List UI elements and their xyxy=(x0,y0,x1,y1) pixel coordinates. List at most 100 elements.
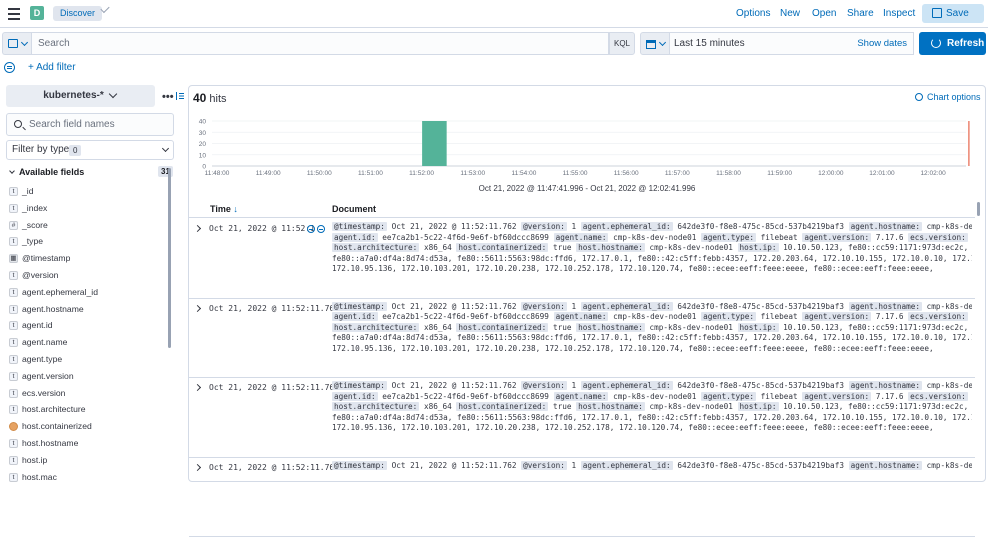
histogram-bar[interactable] xyxy=(422,121,447,166)
field-item[interactable]: t_index xyxy=(9,200,167,217)
field-item[interactable]: tagent.ephemeral_id xyxy=(9,284,167,301)
field-list: t_idt_index#_scoret_type▦@timestampt@ver… xyxy=(9,183,167,485)
show-dates-link[interactable]: Show dates xyxy=(857,33,907,54)
field-item[interactable]: tagent.version xyxy=(9,368,167,385)
field-key: agent.ephemeral_id: xyxy=(581,222,673,231)
field-value: x86_64 xyxy=(424,402,452,411)
field-key: host.ip: xyxy=(738,402,779,411)
field-name: ecs.version xyxy=(22,388,65,398)
field-key: agent.version: xyxy=(802,312,871,321)
field-item[interactable]: thost.mac xyxy=(9,469,167,486)
field-item[interactable]: thost.hostname xyxy=(9,435,167,452)
field-item[interactable]: tecs.version xyxy=(9,385,167,402)
document-line: 172.10.95.136, 172.10.103.201, 172.10.20… xyxy=(332,423,972,434)
breadcrumb-discover[interactable]: Discover xyxy=(53,6,102,21)
field-name: agent.name xyxy=(22,337,67,347)
menu-icon[interactable] xyxy=(6,5,22,21)
document-line: @timestamp: Oct 21, 2022 @ 11:52:11.762 … xyxy=(332,302,972,313)
field-item[interactable]: t_type xyxy=(9,233,167,250)
new-link[interactable]: New xyxy=(780,8,800,19)
string-type-icon: t xyxy=(9,204,18,213)
filter-out-value-icon[interactable] xyxy=(317,225,325,233)
share-link[interactable]: Share xyxy=(847,8,874,19)
expand-row-icon[interactable] xyxy=(194,225,201,232)
time-range-display[interactable]: Last 15 minutes Show dates xyxy=(670,32,914,55)
x-tick-label: 11:56:00 xyxy=(614,170,639,177)
field-item[interactable]: tagent.id xyxy=(9,317,167,334)
field-item[interactable]: #_score xyxy=(9,217,167,234)
field-name: _score xyxy=(22,220,48,230)
field-key: agent.version: xyxy=(802,392,871,401)
field-item[interactable]: t@version xyxy=(9,267,167,284)
string-type-icon: t xyxy=(9,473,18,482)
filter-for-value-icon[interactable] xyxy=(307,225,315,233)
field-search-input[interactable]: Search field names xyxy=(6,113,174,136)
column-header-document: Document xyxy=(332,204,376,214)
index-pattern-selector[interactable]: kubernetes-* xyxy=(6,85,155,107)
field-item[interactable]: tagent.hostname xyxy=(9,301,167,318)
document-line: host.architecture: x86_64 host.container… xyxy=(332,323,972,334)
field-value: 7.17.6 xyxy=(876,312,904,321)
filter-options-icon[interactable] xyxy=(4,62,15,73)
space-avatar[interactable]: D xyxy=(30,6,44,20)
sort-down-icon[interactable]: ↓ xyxy=(233,204,238,214)
field-name: _id xyxy=(22,186,33,196)
field-value: 10.10.50.123, fe80::cc59:1171:973d:ec2c, xyxy=(783,402,968,411)
hits-label: hits xyxy=(209,93,226,105)
expand-row-icon[interactable] xyxy=(194,304,201,311)
chevron-down-icon xyxy=(162,145,169,152)
available-fields-header[interactable]: Available fields 31 xyxy=(9,167,165,181)
field-value: x86_64 xyxy=(424,243,452,252)
field-item[interactable]: thost.architecture xyxy=(9,401,167,418)
table-scrollbar[interactable] xyxy=(977,202,980,216)
kql-language-button[interactable]: KQL xyxy=(609,32,635,55)
field-value: 7.17.6 xyxy=(876,392,904,401)
field-name: agent.type xyxy=(22,354,62,364)
column-header-time[interactable]: Time ↓ xyxy=(210,204,238,214)
field-name: agent.version xyxy=(22,371,74,381)
x-tick-label: 11:58:00 xyxy=(716,170,741,177)
y-tick-label: 40 xyxy=(199,119,207,126)
x-tick-label: 11:54:00 xyxy=(511,170,536,177)
document-line: fe80::a7a0:df4a:8d74:d53a, fe80::5611:55… xyxy=(332,254,972,265)
saved-query-menu-button[interactable] xyxy=(2,32,31,55)
collapse-sidebar-icon[interactable] xyxy=(176,92,185,100)
field-item[interactable]: tagent.name xyxy=(9,334,167,351)
document-line: host.architecture: x86_64 host.container… xyxy=(332,402,972,413)
inspect-link[interactable]: Inspect xyxy=(883,8,915,19)
chart-options-button[interactable]: Chart options xyxy=(915,92,981,102)
field-value: cmp-k8s-dev-node01 xyxy=(650,243,733,252)
search-input[interactable]: Search xyxy=(31,32,609,55)
field-key: host.architecture: xyxy=(332,323,419,332)
add-filter-button[interactable]: + Add filter xyxy=(28,62,76,73)
document-line: @timestamp: Oct 21, 2022 @ 11:52:11.762 … xyxy=(332,461,972,472)
y-tick-label: 20 xyxy=(199,141,207,148)
open-link[interactable]: Open xyxy=(812,8,836,19)
expand-row-icon[interactable] xyxy=(194,463,201,470)
table-row: Oct 21, 2022 @ 11:52:11.762@timestamp: O… xyxy=(189,299,975,379)
x-tick-label: 11:55:00 xyxy=(563,170,588,177)
string-type-icon: t xyxy=(9,288,18,297)
field-key: agent.hostname: xyxy=(849,381,922,390)
row-document: @timestamp: Oct 21, 2022 @ 11:52:11.762 … xyxy=(332,222,972,275)
row-document: @timestamp: Oct 21, 2022 @ 11:52:11.762 … xyxy=(332,302,972,355)
refresh-button[interactable]: Refresh xyxy=(919,32,986,55)
filter-by-type-button[interactable]: Filter by type 0 xyxy=(6,140,174,160)
field-item[interactable]: t_id xyxy=(9,183,167,200)
field-item[interactable]: ▦@timestamp xyxy=(9,250,167,267)
chevron-down-icon xyxy=(9,168,15,174)
field-value: 642de3f0-f8e8-475c-85cd-537b4219baf3 xyxy=(677,461,844,470)
save-button[interactable]: Save xyxy=(922,4,984,23)
field-item[interactable]: thost.ip xyxy=(9,452,167,469)
expand-row-icon[interactable] xyxy=(194,384,201,391)
quick-date-menu-button[interactable] xyxy=(640,32,670,55)
field-item[interactable]: tagent.type xyxy=(9,351,167,368)
string-type-icon: t xyxy=(9,271,18,280)
field-value: 7.17.6 xyxy=(876,233,904,242)
sidebar-scrollbar[interactable] xyxy=(168,168,171,348)
options-link[interactable]: Options xyxy=(736,8,770,19)
more-options-icon[interactable]: ••• xyxy=(162,91,174,103)
chart-options-label: Chart options xyxy=(927,92,981,102)
search-icon xyxy=(14,120,22,128)
field-item[interactable]: host.containerized xyxy=(9,418,167,435)
